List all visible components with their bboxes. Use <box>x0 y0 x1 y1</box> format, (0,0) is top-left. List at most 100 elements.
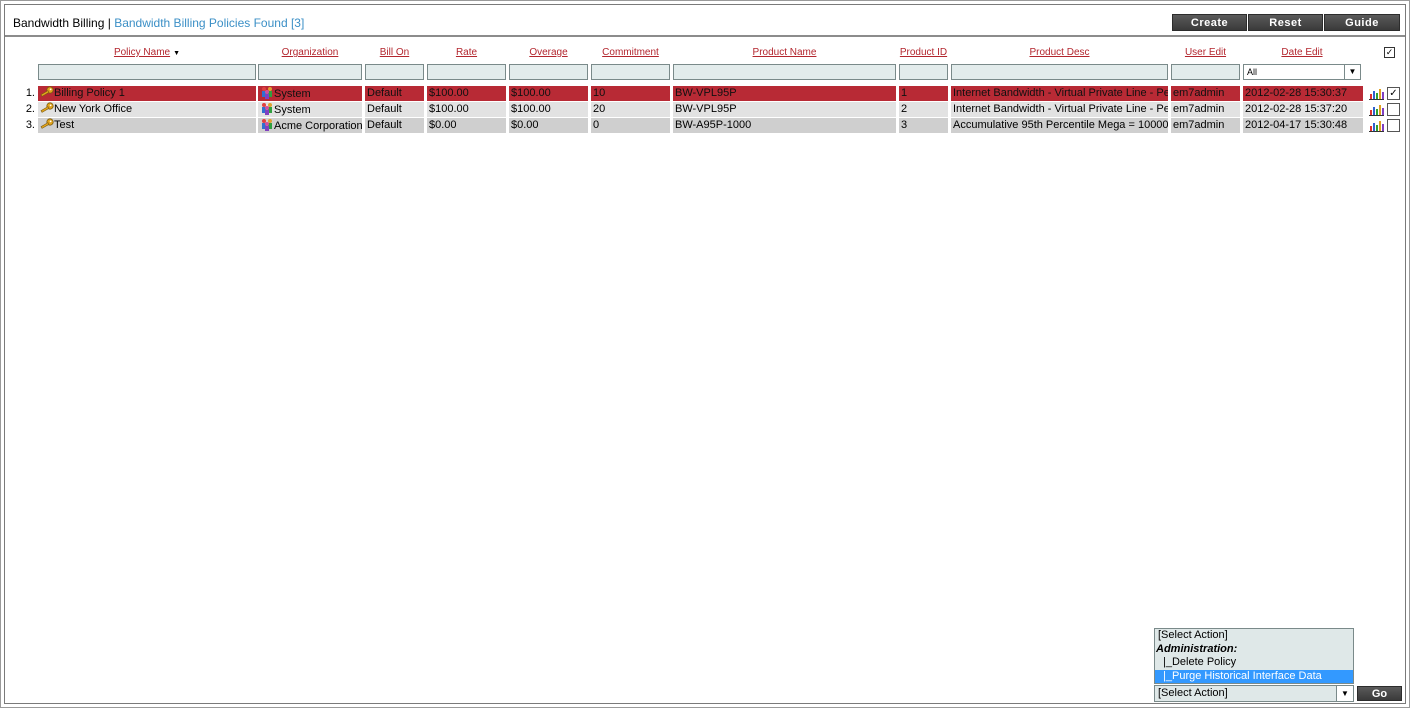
menu-option-purge-label[interactable]: Purge Historical Interface Data <box>1172 670 1322 682</box>
menu-option-delete-policy[interactable]: |_Delete Policy <box>1155 656 1353 670</box>
column-header-overage[interactable]: Overage <box>509 47 588 59</box>
table-row[interactable]: 2. New York Office System Default $100.00 $10… <box>5 102 1405 117</box>
cell-rate: $100.00 <box>427 102 506 117</box>
column-header-product-id[interactable]: Product ID <box>899 47 948 59</box>
cell-product-desc-text: Accumulative 95th Percentile Mega = 1000… <box>953 119 1168 131</box>
column-header-date-edit[interactable]: Date Edit <box>1243 47 1361 59</box>
filter-bill-on-input[interactable] <box>365 64 424 80</box>
column-header-date-edit-label[interactable]: Date Edit <box>1281 47 1322 58</box>
table-row[interactable]: 3. Test Acme Corporation Default $0.00 $0.00 0… <box>5 118 1405 133</box>
bandwidth-billing-panel: Bandwidth Billing | Bandwidth Billing Po… <box>4 4 1406 704</box>
cell-user-edit: em7admin <box>1171 118 1240 133</box>
filter-commitment-input[interactable] <box>591 64 670 80</box>
column-header-product-desc[interactable]: Product Desc <box>951 47 1168 59</box>
menu-option-delete-policy-label[interactable]: Delete Policy <box>1172 656 1236 668</box>
cell-bill-on-text: Default <box>367 119 402 131</box>
guide-button[interactable]: Guide <box>1324 14 1400 31</box>
cell-policy-name-text: Billing Policy 1 <box>54 87 125 99</box>
chevron-down-icon[interactable]: ▼ <box>1344 65 1360 79</box>
cell-policy-name-text: New York Office <box>54 103 133 115</box>
filter-product-desc-input[interactable] <box>951 64 1168 80</box>
row-checkbox[interactable]: ✓ <box>1387 87 1400 100</box>
filter-organization-input[interactable] <box>258 64 362 80</box>
filter-date-edit-select[interactable]: All ▼ <box>1243 64 1361 80</box>
cell-overage: $100.00 <box>509 102 588 117</box>
organization-icon[interactable] <box>260 102 274 115</box>
cell-commitment-text: 10 <box>593 87 606 99</box>
table-row[interactable]: 1. Billing Policy 1 System Default $100.00 $1… <box>5 86 1405 101</box>
column-header-commitment-label[interactable]: Commitment <box>602 47 659 58</box>
filter-product-id-input[interactable] <box>899 64 948 80</box>
policies-found-count: Bandwidth Billing Policies Found [3] <box>114 16 305 30</box>
go-button[interactable]: Go <box>1357 686 1402 701</box>
column-header-user-edit-label[interactable]: User Edit <box>1185 47 1226 58</box>
cell-rate: $0.00 <box>427 118 506 133</box>
select-all-checkbox[interactable]: ✓ <box>1384 47 1395 58</box>
column-header-overage-label[interactable]: Overage <box>529 47 567 58</box>
cell-user-edit-text: em7admin <box>1173 119 1225 131</box>
cell-user-edit: em7admin <box>1171 86 1240 101</box>
edit-key-icon[interactable] <box>40 102 54 114</box>
column-header-bill-on[interactable]: Bill On <box>365 47 424 59</box>
edit-key-icon[interactable] <box>40 86 54 98</box>
cell-product-desc: Internet Bandwidth - Virtual Private Lin… <box>951 86 1168 101</box>
cell-product-name-text: BW-VPL95P <box>675 103 737 115</box>
cell-user-edit: em7admin <box>1171 102 1240 117</box>
cell-organization: System <box>258 86 362 101</box>
column-header-policy-name-label[interactable]: Policy Name <box>114 47 170 58</box>
column-header-rate-label[interactable]: Rate <box>456 47 477 58</box>
column-header-rate[interactable]: Rate <box>427 47 506 59</box>
cell-policy-name[interactable]: Test <box>38 118 256 133</box>
column-header-product-desc-label[interactable]: Product Desc <box>1029 47 1089 58</box>
filter-overage-input[interactable] <box>509 64 588 80</box>
cell-product-name: BW-VPL95P <box>673 86 896 101</box>
tree-prefix: |_ <box>1163 669 1172 682</box>
cell-product-desc-text: Internet Bandwidth - Virtual Private Lin… <box>953 87 1168 99</box>
filter-rate-input[interactable] <box>427 64 506 80</box>
cell-overage-text: $100.00 <box>511 103 551 115</box>
row-number: 1. <box>25 87 35 99</box>
filter-date-edit-value: All <box>1247 67 1258 77</box>
chevron-down-icon[interactable]: ▼ <box>1336 686 1353 701</box>
filter-policy-name-input[interactable] <box>38 64 256 80</box>
cell-date-edit: 2012-04-17 15:30:48 <box>1243 118 1363 133</box>
column-header-product-id-label[interactable]: Product ID <box>900 47 947 58</box>
column-header-organization-label[interactable]: Organization <box>282 47 339 58</box>
bar-chart-icon[interactable] <box>1369 87 1384 100</box>
column-header-commitment[interactable]: Commitment <box>591 47 670 59</box>
tree-prefix: |_ <box>1163 656 1172 668</box>
column-header-product-name[interactable]: Product Name <box>673 47 896 59</box>
cell-product-desc: Internet Bandwidth - Virtual Private Lin… <box>951 102 1168 117</box>
column-header-user-edit[interactable]: User Edit <box>1171 47 1240 59</box>
filter-user-edit-input[interactable] <box>1171 64 1240 80</box>
edit-key-icon[interactable] <box>40 118 54 130</box>
title-separator: | <box>104 16 115 30</box>
cell-organization-text: System <box>274 88 311 100</box>
select-action-menu[interactable]: [Select Action] Administration: |_Delete… <box>1154 628 1354 684</box>
cell-bill-on: Default <box>365 102 424 117</box>
select-action-dropdown[interactable]: [Select Action] ▼ <box>1154 685 1354 702</box>
column-header-organization[interactable]: Organization <box>258 47 362 59</box>
cell-date-edit-text: 2012-02-28 15:30:37 <box>1245 87 1348 99</box>
app-title: Bandwidth Billing <box>13 16 105 30</box>
bar-chart-icon[interactable] <box>1369 103 1384 116</box>
column-header-product-name-label[interactable]: Product Name <box>753 47 817 58</box>
bar-chart-icon[interactable] <box>1369 119 1384 132</box>
menu-option-placeholder[interactable]: [Select Action] <box>1155 629 1353 643</box>
cell-organization-text: System <box>274 104 311 116</box>
create-button[interactable]: Create <box>1172 14 1247 31</box>
filter-product-name-input[interactable] <box>673 64 896 80</box>
row-checkbox[interactable] <box>1387 119 1400 132</box>
column-header-policy-name[interactable]: Policy Name ▼ <box>38 47 256 59</box>
organization-icon[interactable] <box>260 86 274 99</box>
menu-option-purge-historical-interface-data[interactable]: |_Purge Historical Interface Data <box>1155 669 1353 683</box>
cell-policy-name[interactable]: Billing Policy 1 <box>38 86 256 101</box>
cell-commitment-text: 20 <box>593 103 606 115</box>
cell-policy-name[interactable]: New York Office <box>38 102 256 117</box>
organization-icon[interactable] <box>260 118 274 131</box>
reset-button[interactable]: Reset <box>1248 14 1323 31</box>
column-header-bill-on-label[interactable]: Bill On <box>380 47 409 58</box>
cell-overage: $100.00 <box>509 86 588 101</box>
cell-user-edit-text: em7admin <box>1173 87 1225 99</box>
row-checkbox[interactable] <box>1387 103 1400 116</box>
